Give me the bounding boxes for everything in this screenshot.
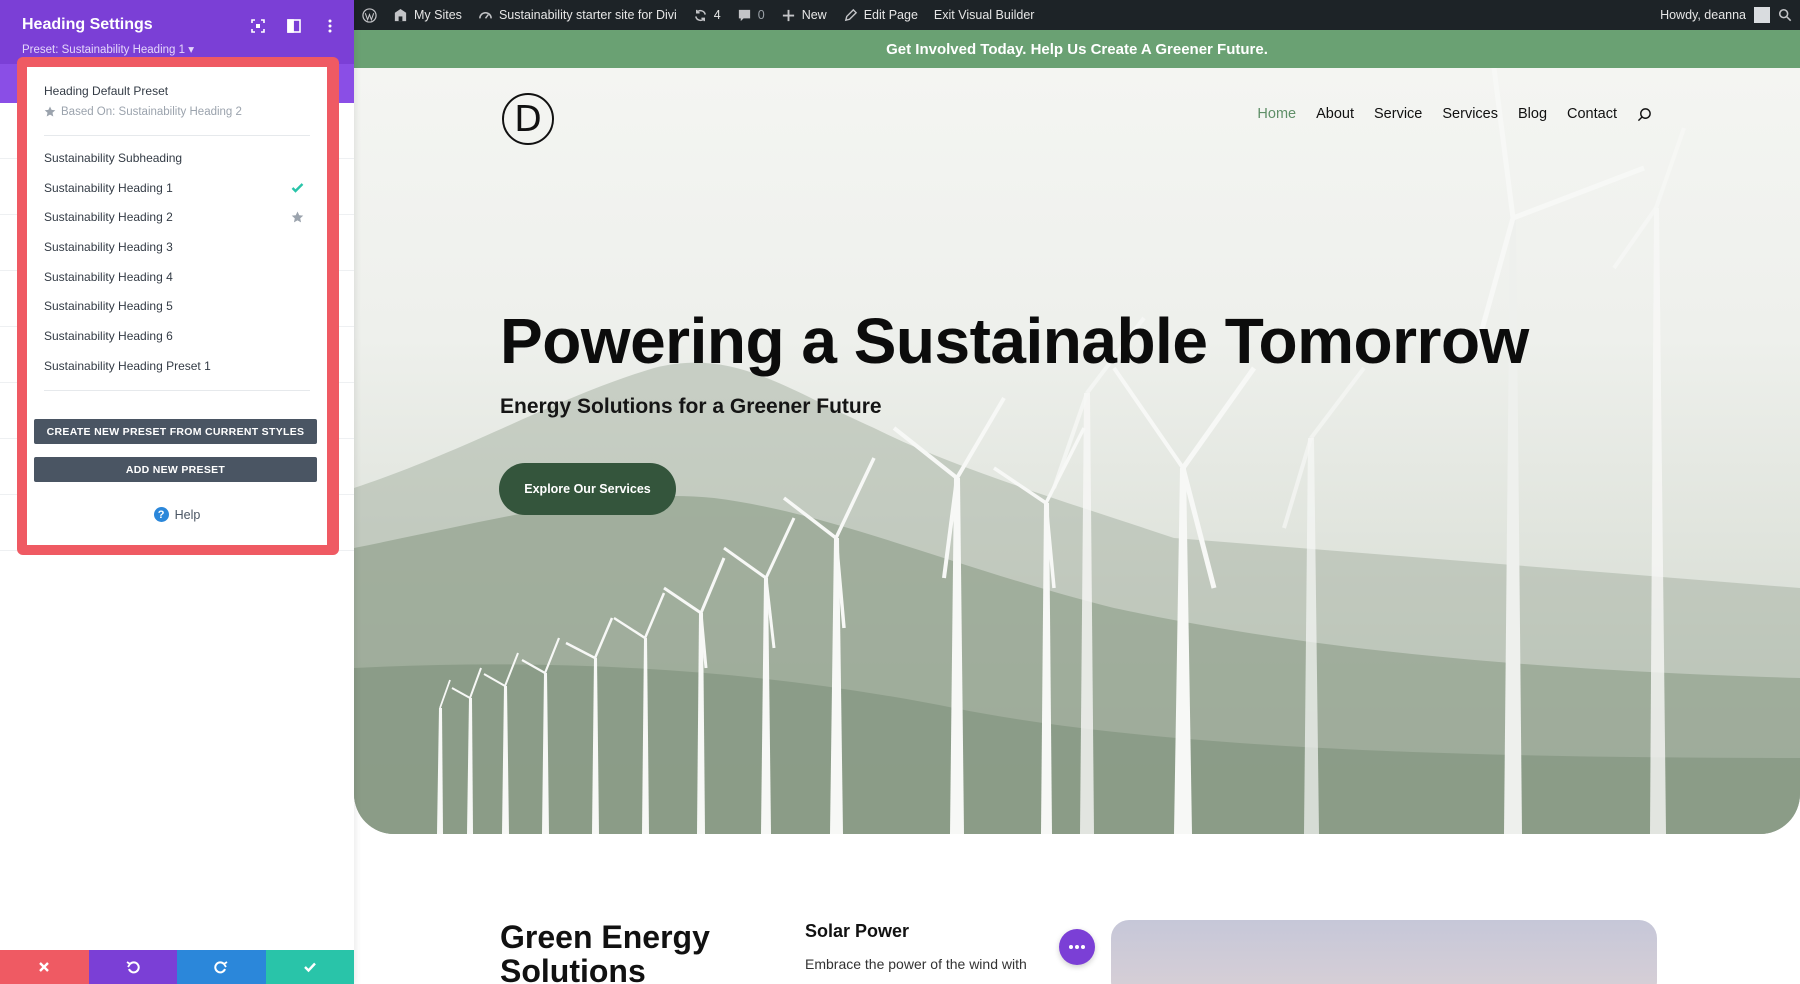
check-icon bbox=[291, 183, 304, 193]
preset-item-label: Sustainability Heading 3 bbox=[44, 239, 173, 254]
main-nav: Home About Service Services Blog Contact bbox=[1257, 106, 1652, 122]
my-sites-label: My Sites bbox=[414, 8, 462, 22]
section-heading: Green Energy Solutions bbox=[500, 919, 710, 984]
add-preset-button[interactable]: ADD NEW PRESET bbox=[34, 457, 317, 482]
new-label: New bbox=[801, 8, 827, 22]
wordpress-logo[interactable] bbox=[354, 7, 385, 23]
preset-item-heading-1[interactable]: Sustainability Heading 1 bbox=[44, 173, 310, 203]
preset-item-heading-2[interactable]: Sustainability Heading 2 bbox=[44, 202, 310, 232]
preset-item-heading-6[interactable]: Sustainability Heading 6 bbox=[44, 321, 310, 351]
explore-services-button[interactable]: Explore Our Services bbox=[499, 463, 676, 515]
based-on-label: Based On: Sustainability Heading 2 bbox=[61, 106, 242, 118]
admin-bar-right: Howdy, deanna bbox=[1660, 7, 1800, 23]
preset-item-heading-3[interactable]: Sustainability Heading 3 bbox=[44, 232, 310, 262]
comment-icon bbox=[738, 9, 750, 21]
preset-item-label: Sustainability Heading 1 bbox=[44, 180, 173, 195]
preset-menu: Heading Default Preset Based On: Sustain… bbox=[27, 67, 327, 545]
solar-power-text: Embrace the power of the wind with bbox=[805, 956, 1027, 972]
preset-item-label: Sustainability Heading 5 bbox=[44, 299, 173, 314]
panel-title: Heading Settings bbox=[22, 16, 153, 33]
create-preset-button[interactable]: CREATE NEW PRESET FROM CURRENT STYLES bbox=[34, 419, 317, 444]
avatar[interactable] bbox=[1754, 7, 1770, 23]
site-name-label: Sustainability starter site for Divi bbox=[498, 8, 677, 22]
star-icon bbox=[44, 106, 56, 117]
help-link[interactable]: ? Help bbox=[27, 507, 327, 522]
new-content-menu[interactable]: New bbox=[773, 8, 835, 23]
site-logo[interactable]: D bbox=[502, 93, 554, 145]
hero-heading[interactable]: Powering a Sustainable Tomorrow bbox=[500, 304, 1529, 378]
my-sites-menu[interactable]: My Sites bbox=[385, 8, 470, 23]
preset-item-label: Sustainability Heading 4 bbox=[44, 269, 173, 284]
nav-item-service[interactable]: Service bbox=[1374, 106, 1422, 122]
check-icon bbox=[303, 962, 316, 973]
more-options-icon[interactable] bbox=[320, 16, 340, 36]
plus-icon bbox=[782, 9, 794, 21]
preset-menu-highlight: Heading Default Preset Based On: Sustain… bbox=[17, 57, 339, 555]
preset-item-label: Sustainability Heading 6 bbox=[44, 328, 173, 343]
fullscreen-icon[interactable] bbox=[248, 16, 268, 36]
divider bbox=[44, 135, 310, 136]
hero-section: D Home About Service Services Blog Conta… bbox=[354, 68, 1800, 834]
preset-item-label: Sustainability Heading Preset 1 bbox=[44, 358, 211, 373]
wordpress-icon bbox=[362, 7, 377, 23]
solar-power-title: Solar Power bbox=[805, 921, 910, 941]
nav-item-services[interactable]: Services bbox=[1442, 106, 1498, 122]
preset-item-label: Sustainability Heading 2 bbox=[44, 210, 173, 225]
comments-count: 0 bbox=[757, 8, 765, 22]
search-icon[interactable] bbox=[1778, 8, 1792, 22]
close-icon bbox=[39, 962, 50, 972]
search-icon[interactable] bbox=[1637, 107, 1652, 122]
undo-icon bbox=[126, 961, 140, 974]
preset-item-heading-preset-1[interactable]: Sustainability Heading Preset 1 bbox=[44, 351, 310, 381]
panel-header-icons bbox=[248, 16, 340, 36]
preset-item-heading-5[interactable]: Sustainability Heading 5 bbox=[44, 291, 310, 321]
comments-menu[interactable]: 0 bbox=[729, 8, 773, 23]
redo-icon bbox=[214, 961, 228, 974]
preset-selector[interactable]: Preset: Sustainability Heading 1 ▾ bbox=[22, 42, 194, 56]
nav-item-blog[interactable]: Blog bbox=[1518, 106, 1547, 122]
updates-count: 4 bbox=[713, 8, 721, 22]
refresh-icon bbox=[694, 9, 706, 21]
site-name-menu[interactable]: Sustainability starter site for Divi bbox=[470, 8, 685, 23]
dashboard-icon bbox=[479, 11, 492, 19]
wind-turbine-background bbox=[354, 68, 1800, 834]
help-icon: ? bbox=[153, 507, 169, 522]
exit-visual-builder-link[interactable]: Exit Visual Builder bbox=[926, 8, 1043, 22]
builder-options-button[interactable] bbox=[1059, 929, 1095, 965]
more-horizontal-icon bbox=[1069, 945, 1085, 949]
admin-bar: My Sites Sustainability starter site for… bbox=[354, 0, 1800, 30]
updates-menu[interactable]: 4 bbox=[685, 8, 729, 23]
edit-page-link[interactable]: Edit Page bbox=[835, 8, 926, 23]
star-icon bbox=[291, 211, 304, 223]
edit-page-label: Edit Page bbox=[863, 8, 918, 22]
hero-subheading: Energy Solutions for a Greener Future bbox=[500, 395, 882, 418]
save-button[interactable] bbox=[265, 950, 354, 984]
undo-button[interactable] bbox=[88, 950, 177, 984]
exit-builder-label: Exit Visual Builder bbox=[933, 8, 1035, 22]
feature-image bbox=[1111, 920, 1657, 984]
nav-item-contact[interactable]: Contact bbox=[1567, 106, 1617, 122]
announcement-bar: Get Involved Today. Help Us Create A Gre… bbox=[354, 30, 1800, 68]
preset-item-heading-4[interactable]: Sustainability Heading 4 bbox=[44, 262, 310, 292]
nav-item-about[interactable]: About bbox=[1316, 106, 1354, 122]
pencil-icon bbox=[844, 8, 857, 21]
help-label: Help bbox=[174, 507, 201, 522]
panel-footer bbox=[0, 950, 354, 984]
discard-button[interactable] bbox=[0, 950, 89, 984]
default-preset-name: Heading Default Preset bbox=[44, 84, 169, 98]
howdy-user[interactable]: Howdy, deanna bbox=[1660, 8, 1746, 22]
sites-icon bbox=[394, 8, 407, 21]
redo-button[interactable] bbox=[177, 950, 266, 984]
default-preset[interactable]: Heading Default Preset Based On: Sustain… bbox=[44, 84, 242, 118]
default-preset-based-on: Based On: Sustainability Heading 2 bbox=[44, 106, 242, 118]
split-view-icon[interactable] bbox=[284, 16, 304, 36]
preset-item-label: Sustainability Subheading bbox=[44, 150, 183, 165]
preset-list: Sustainability Subheading Sustainability… bbox=[44, 143, 310, 381]
divider bbox=[44, 390, 310, 391]
preset-item-subheading[interactable]: Sustainability Subheading bbox=[44, 143, 310, 173]
nav-item-home[interactable]: Home bbox=[1257, 106, 1296, 122]
